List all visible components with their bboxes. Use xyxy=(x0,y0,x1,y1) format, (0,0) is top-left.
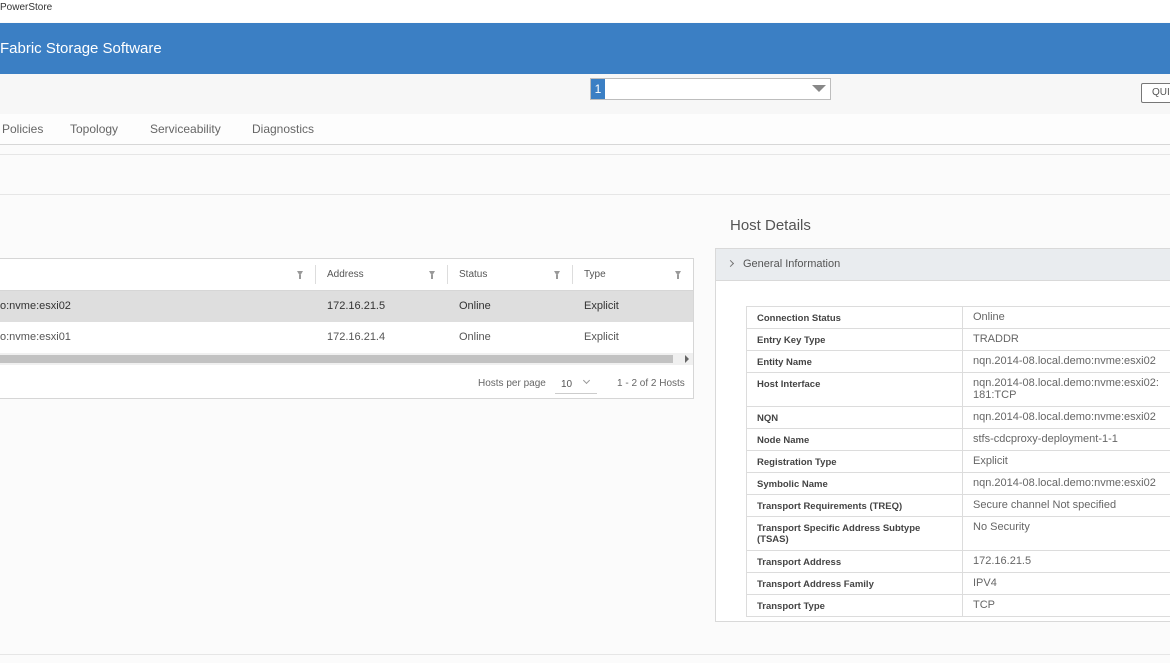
horizontal-scrollbar[interactable] xyxy=(0,353,693,365)
property-value: nqn.2014-08.local.demo:nvme:esxi02: 181:T… xyxy=(962,372,1170,407)
property-key: Transport Type xyxy=(746,594,963,617)
nav-tabs: Policies Topology Serviceability Diagnos… xyxy=(0,114,1170,145)
property-value: Online xyxy=(962,306,1170,329)
table-row[interactable]: o:nvme:esxi01 172.16.21.4 Online Explici… xyxy=(0,322,693,353)
property-row: Transport Specific Address Subtype (TSAS)… xyxy=(746,516,1170,551)
column-separator[interactable] xyxy=(315,265,316,284)
property-key: Entry Key Type xyxy=(746,328,963,351)
property-value: stfs-cdcproxy-deployment-1-1 xyxy=(962,428,1170,451)
property-row: Transport Requirements (TREQ) Secure chan… xyxy=(746,494,1170,517)
property-row: Registration Type Explicit xyxy=(746,450,1170,473)
property-value: No Security xyxy=(962,516,1170,551)
host-status-cell: Online xyxy=(459,300,491,312)
property-row: Transport Address Family IPV4 xyxy=(746,572,1170,595)
host-name-cell: o:nvme:esxi02 xyxy=(0,300,71,312)
property-row: Node Name stfs-cdcproxy-deployment-1-1 xyxy=(746,428,1170,451)
filter-icon[interactable] xyxy=(675,271,681,279)
chevron-down-icon xyxy=(582,376,591,385)
divider xyxy=(0,654,1170,655)
app-banner: Fabric Storage Software xyxy=(0,23,1170,74)
property-key: Transport Address xyxy=(746,550,963,573)
divider xyxy=(0,154,1170,155)
quit-button[interactable]: QUI xyxy=(1141,83,1170,103)
window-title: PowerStore xyxy=(0,2,53,13)
property-value-line: 181:TCP xyxy=(973,389,1017,401)
table-row[interactable]: o:nvme:esxi02 172.16.21.5 Online Explici… xyxy=(0,291,693,322)
host-address-cell: 172.16.21.4 xyxy=(327,331,386,343)
property-row: NQN nqn.2014-08.local.demo:nvme:esxi02 xyxy=(746,406,1170,429)
host-type-cell: Explicit xyxy=(584,300,619,312)
filter-icon[interactable] xyxy=(297,271,303,279)
column-header-type[interactable]: Type xyxy=(584,259,606,290)
host-details-title: Host Details xyxy=(730,217,811,234)
system-selector-dropdown[interactable]: 1 xyxy=(590,78,831,100)
property-key-line: (TSAS) xyxy=(757,534,789,545)
dropdown-value: 1 xyxy=(591,79,605,99)
property-row: Transport Type TCP xyxy=(746,594,1170,617)
grid-footer: Hosts per page 10 1 - 2 of 2 Hosts xyxy=(0,365,693,398)
property-value: Secure channel Not specified xyxy=(962,494,1170,517)
property-key: Symbolic Name xyxy=(746,472,963,495)
property-value: 172.16.21.5 xyxy=(962,550,1170,573)
tab-policies[interactable]: Policies xyxy=(2,122,43,136)
host-status-cell: Online xyxy=(459,331,491,343)
tab-topology[interactable]: Topology xyxy=(70,122,118,136)
host-properties-table: Connection Status Online Entry Key Type TR… xyxy=(746,306,1170,617)
property-key: Host Interface xyxy=(746,372,963,407)
property-value: TCP xyxy=(962,594,1170,617)
host-address-cell: 172.16.21.5 xyxy=(327,300,386,312)
grid-header: Address Status Type xyxy=(0,259,693,291)
per-page-value: 10 xyxy=(561,379,573,390)
window-titlebar: PowerStore xyxy=(0,0,1170,22)
column-separator[interactable] xyxy=(572,265,573,284)
tab-diagnostics[interactable]: Diagnostics xyxy=(252,122,314,136)
property-value: Explicit xyxy=(962,450,1170,473)
property-value: TRADDR xyxy=(962,328,1170,351)
property-key: Node Name xyxy=(746,428,963,451)
property-row: Transport Address 172.16.21.5 xyxy=(746,550,1170,573)
property-row: Host Interface nqn.2014-08.local.demo:nvm… xyxy=(746,372,1170,407)
control-bar xyxy=(0,74,1170,114)
banner-title: Fabric Storage Software xyxy=(0,40,162,57)
general-information-header[interactable]: General Information xyxy=(716,249,1170,281)
per-page-label: Hosts per page xyxy=(478,378,546,389)
column-header-address[interactable]: Address xyxy=(327,259,364,290)
general-information-label: General Information xyxy=(743,258,841,270)
property-row: Symbolic Name nqn.2014-08.local.demo:nvme… xyxy=(746,472,1170,495)
chevron-right-icon[interactable] xyxy=(726,259,735,268)
pagination-range: 1 - 2 of 2 Hosts xyxy=(617,378,685,389)
property-key: Transport Requirements (TREQ) xyxy=(746,494,963,517)
caret-down-icon[interactable] xyxy=(812,85,826,92)
hosts-grid: Address Status Type o:nvme:esxi02 172.16… xyxy=(0,258,694,399)
divider xyxy=(0,194,1170,195)
property-key: NQN xyxy=(746,406,963,429)
property-value-line: nqn.2014-08.local.demo:nvme:esxi02: xyxy=(973,377,1159,389)
property-value: nqn.2014-08.local.demo:nvme:esxi02 xyxy=(962,472,1170,495)
property-key: Transport Specific Address Subtype (TSAS) xyxy=(746,516,963,551)
column-separator[interactable] xyxy=(447,265,448,284)
property-value: IPV4 xyxy=(962,572,1170,595)
property-row: Entity Name nqn.2014-08.local.demo:nvme:e… xyxy=(746,350,1170,373)
property-key: Entity Name xyxy=(746,350,963,373)
scroll-right-arrow-icon[interactable] xyxy=(685,355,689,363)
property-key-line: Transport Specific Address Subtype xyxy=(757,523,921,534)
host-type-cell: Explicit xyxy=(584,331,619,343)
property-row: Entry Key Type TRADDR xyxy=(746,328,1170,351)
per-page-select[interactable]: 10 xyxy=(555,375,597,394)
scrollbar-thumb[interactable] xyxy=(0,355,673,363)
property-key: Connection Status xyxy=(746,306,963,329)
property-value: nqn.2014-08.local.demo:nvme:esxi02 xyxy=(962,406,1170,429)
property-row: Connection Status Online xyxy=(746,306,1170,329)
filter-icon[interactable] xyxy=(429,271,435,279)
tab-serviceability[interactable]: Serviceability xyxy=(150,122,221,136)
property-key: Transport Address Family xyxy=(746,572,963,595)
property-key: Registration Type xyxy=(746,450,963,473)
property-value: nqn.2014-08.local.demo:nvme:esxi02 xyxy=(962,350,1170,373)
filter-icon[interactable] xyxy=(554,271,560,279)
host-name-cell: o:nvme:esxi01 xyxy=(0,331,71,343)
column-header-status[interactable]: Status xyxy=(459,259,487,290)
host-details-panel: General Information Connection Status Onl… xyxy=(715,248,1170,622)
